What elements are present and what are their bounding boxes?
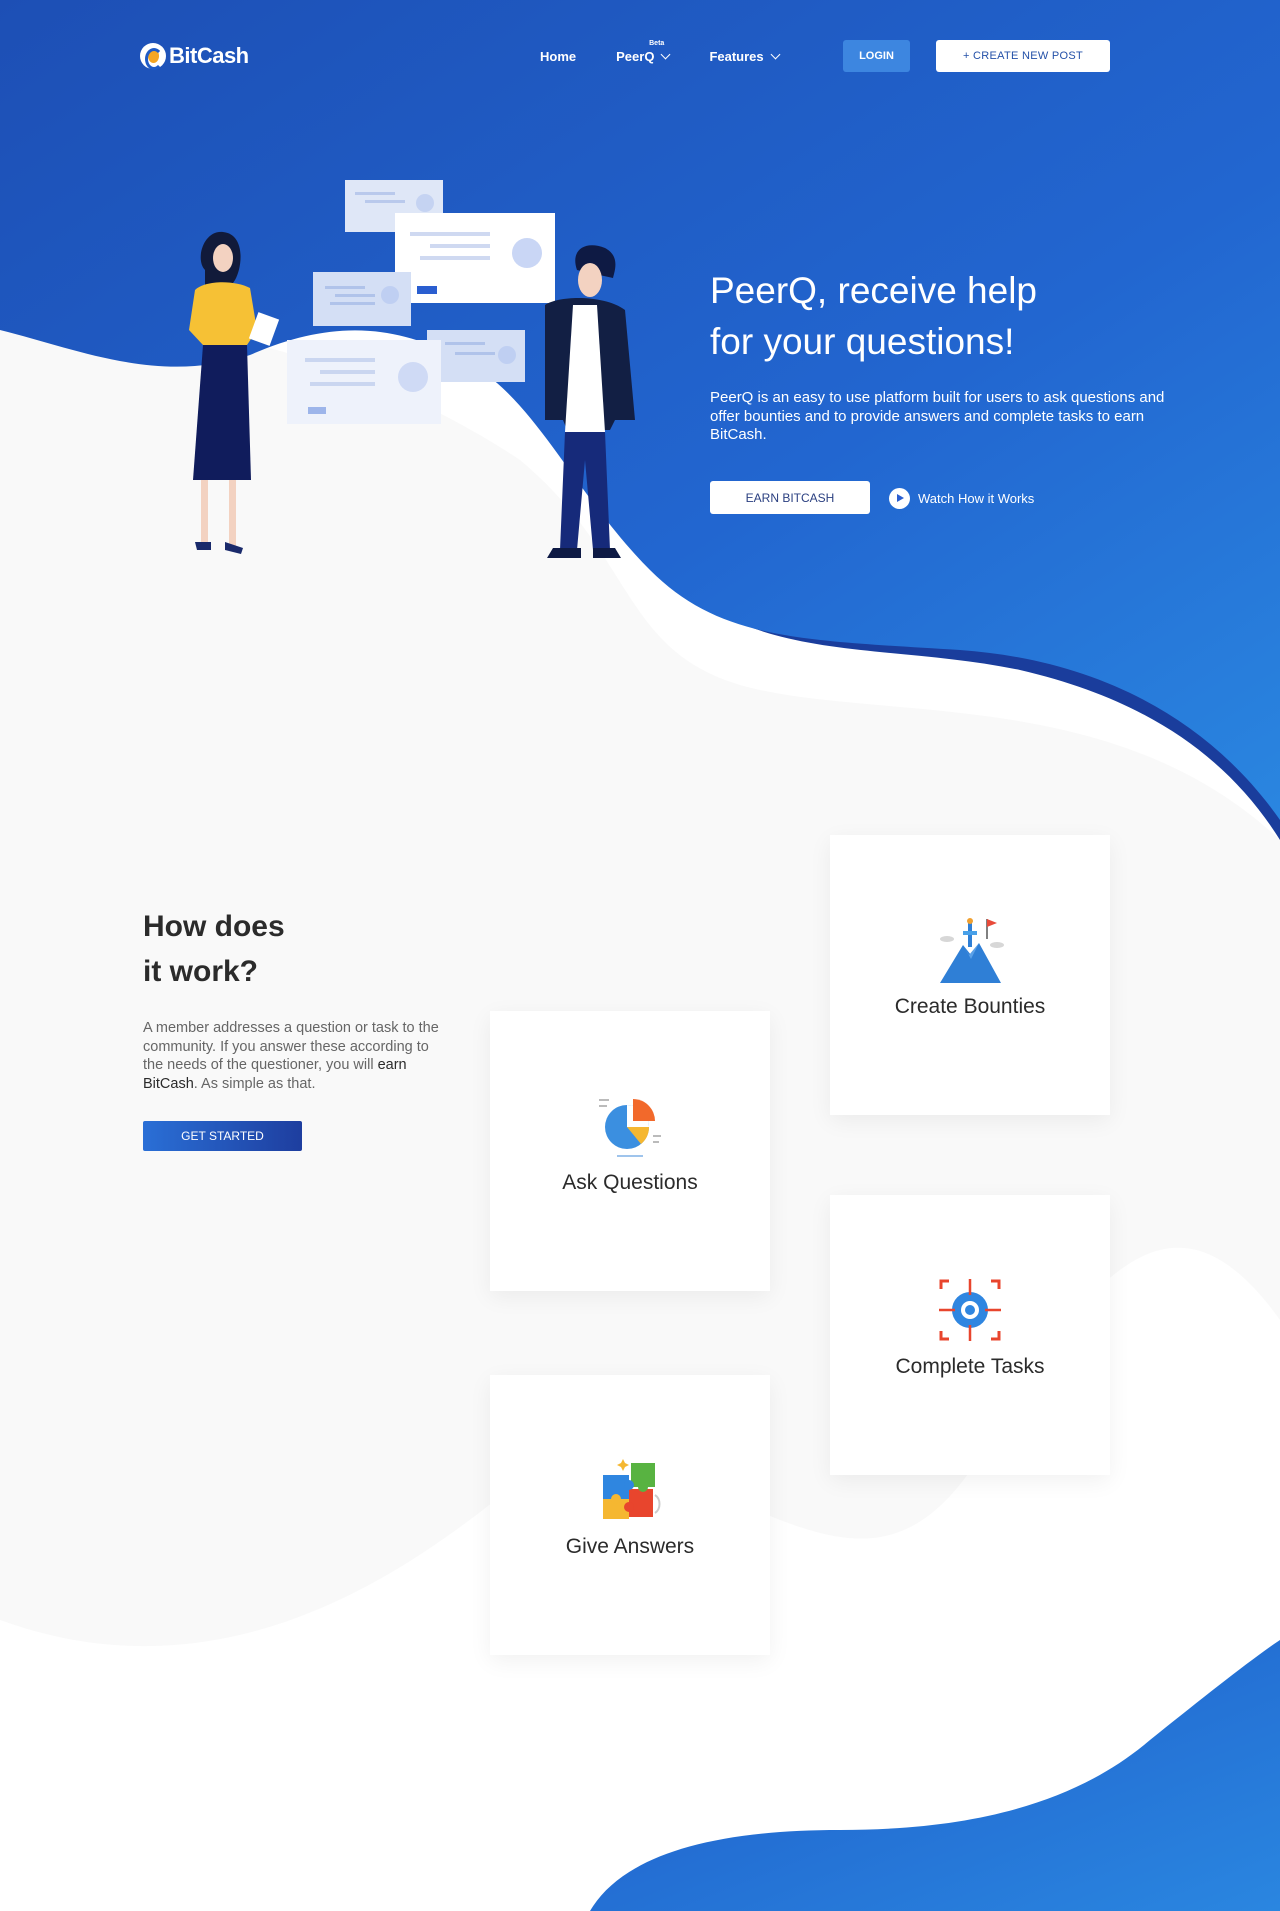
nav-features[interactable]: Features	[709, 48, 781, 64]
beta-badge: Beta	[649, 39, 665, 47]
hero-description: PeerQ is an easy to use platform built f…	[710, 389, 1165, 443]
card-ask-questions-label: Ask Questions	[562, 1171, 698, 1194]
main-nav: Home PeerQ Beta Features	[540, 40, 819, 72]
puzzle-icon	[603, 1459, 661, 1519]
card-give-answers-label: Give Answers	[565, 1535, 695, 1558]
card-create-bounties-label: Create Bounties	[894, 995, 1046, 1018]
card-complete-tasks-label: Complete Tasks	[895, 1355, 1045, 1378]
how-it-works-title: How does it work?	[143, 904, 285, 994]
get-started-button[interactable]: GET STARTED	[143, 1121, 302, 1151]
how-it-works-description: A member addresses a question or task to…	[143, 1019, 443, 1093]
hero-title-line1: PeerQ, receive help	[710, 270, 1038, 311]
create-new-post-button[interactable]: + CREATE NEW POST	[936, 40, 1110, 72]
earn-bitcash-button[interactable]: EARN BITCASH	[710, 481, 870, 514]
target-icon	[939, 1279, 1001, 1341]
play-icon	[889, 487, 910, 509]
how-title-line2: it work?	[143, 955, 259, 988]
mountain-flag-icon	[940, 918, 1004, 983]
hero-illustration	[189, 180, 635, 558]
card-give-answers[interactable]: Give Answers	[490, 1375, 770, 1655]
bitcash-logo-icon	[140, 43, 166, 70]
nav-home-label: Home	[540, 48, 577, 64]
chevron-down-icon	[660, 49, 671, 59]
hero-title-line2: for your questions!	[710, 321, 1015, 362]
card-create-bounties[interactable]: Create Bounties	[830, 835, 1110, 1115]
card-ask-questions[interactable]: Ask Questions	[490, 1011, 770, 1291]
brand-name: BitCash	[169, 43, 249, 68]
login-button[interactable]: LOGIN	[843, 40, 910, 72]
nav-home[interactable]: Home	[540, 49, 576, 64]
card-complete-tasks[interactable]: Complete Tasks	[830, 1195, 1110, 1475]
brand-logo[interactable]: BitCash	[140, 40, 249, 72]
chevron-down-icon	[770, 49, 781, 59]
how-title-line1: How does	[143, 910, 285, 943]
how-desc-after: . As simple as that.	[193, 1075, 316, 1092]
pie-chart-icon	[599, 1099, 661, 1157]
watch-label: Watch How it Works	[918, 490, 1035, 506]
watch-video-link[interactable]: Watch How it Works	[889, 486, 1034, 510]
hero-title: PeerQ, receive help for your questions!	[710, 265, 1130, 367]
nav-features-label: Features	[709, 48, 764, 64]
nav-peerq-label: PeerQ	[616, 48, 655, 64]
nav-peerq[interactable]: PeerQ Beta	[616, 40, 671, 64]
